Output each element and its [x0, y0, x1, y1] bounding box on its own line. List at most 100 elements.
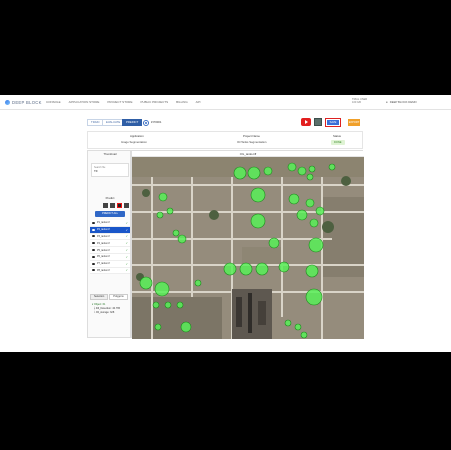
- check-icon: ✓: [125, 268, 128, 273]
- nav-link-billing[interactable]: BILLING: [176, 100, 188, 104]
- tank-detection[interactable]: [247, 166, 261, 180]
- eye-icon[interactable]: [92, 221, 95, 224]
- tank-detection[interactable]: [300, 331, 308, 339]
- tank-detection[interactable]: [177, 234, 187, 244]
- tank-detection[interactable]: [315, 206, 325, 216]
- nav-link-console[interactable]: CONSOLE: [46, 100, 61, 104]
- user-menu[interactable]: ● DEEP BLOCK DEMO: [386, 100, 417, 104]
- tab-evaluate[interactable]: EVALUATE: [102, 119, 125, 126]
- satellite-map[interactable]: [132, 157, 364, 339]
- eye-icon[interactable]: [92, 262, 95, 265]
- tree-item[interactable]: └ Oil_storage: 328: [92, 311, 120, 315]
- tank-detection[interactable]: [296, 209, 308, 221]
- search-file-field[interactable]: Search file TIF: [91, 163, 129, 177]
- tank-detection[interactable]: [306, 173, 314, 181]
- tank-detection[interactable]: [287, 162, 297, 172]
- plant-structure: [248, 293, 252, 333]
- header-status: Status: [333, 134, 341, 138]
- tank-detection[interactable]: [139, 276, 153, 290]
- map-viewer: OIL_tanks.tiff: [131, 150, 364, 339]
- tank-detection[interactable]: [309, 218, 319, 228]
- status-badge: DONE: [331, 140, 345, 145]
- file-list-item[interactable]: P8_tanks.tif ✓: [90, 267, 130, 275]
- file-list-item[interactable]: P3_tanks.tif ✓: [90, 233, 130, 241]
- upload-tool-icon[interactable]: [110, 203, 115, 208]
- plant-structure: [236, 297, 242, 327]
- file-list-item[interactable]: P6_tanks.tif ✓: [90, 253, 130, 261]
- file-list-item[interactable]: P2_tanks.tif ✓: [90, 226, 130, 234]
- check-icon: ✓: [125, 248, 128, 253]
- nav-link-public-projects[interactable]: PUBLIC PROJECTS: [140, 100, 168, 104]
- nav-link-project-store[interactable]: PROJECT STORE: [107, 100, 132, 104]
- file-list-item[interactable]: P4_tanks.tif ✓: [90, 240, 130, 248]
- eye-icon[interactable]: [92, 255, 95, 258]
- tank-detection[interactable]: [250, 213, 266, 229]
- eye-icon[interactable]: [92, 242, 95, 245]
- nav-link-application-store[interactable]: APPLICATION STORE: [69, 100, 100, 104]
- tab-predict[interactable]: PREDICT: [122, 119, 143, 126]
- youtube-icon[interactable]: [301, 118, 311, 126]
- project-id-text: # P0001: [151, 120, 162, 124]
- tank-detection[interactable]: [172, 229, 180, 237]
- export-button[interactable]: EXPORT: [348, 119, 360, 126]
- eye-icon[interactable]: [92, 235, 95, 238]
- eye-icon[interactable]: [92, 269, 95, 272]
- tank-detection[interactable]: [305, 264, 319, 278]
- tank-detection[interactable]: [308, 237, 324, 253]
- eye-icon[interactable]: [92, 228, 95, 231]
- tank-detection[interactable]: [284, 319, 292, 327]
- tank-detection[interactable]: [152, 301, 160, 309]
- logo-icon: [5, 100, 10, 105]
- file-list-item[interactable]: P5_tanks.tif ✓: [90, 247, 130, 254]
- tank-detection[interactable]: [268, 237, 280, 249]
- delete-tool-icon[interactable]: [124, 203, 129, 208]
- tank-detection[interactable]: [297, 166, 307, 176]
- tank-detection[interactable]: [263, 166, 273, 176]
- predict-all-button[interactable]: PREDICT ALL: [95, 211, 125, 217]
- check-icon: ✓: [125, 220, 128, 225]
- tank-detection[interactable]: [308, 165, 316, 173]
- object-tree: ▾ Object: 61 ├ Fill_Detection: 40.765 └ …: [92, 303, 120, 316]
- tank-detection[interactable]: [154, 323, 162, 331]
- tank-detection[interactable]: [305, 288, 323, 306]
- check-icon: ✓: [125, 241, 128, 246]
- tank-detection[interactable]: [164, 301, 172, 309]
- radio-icon: [143, 119, 149, 126]
- check-icon: ✓: [125, 254, 128, 259]
- tank-detection[interactable]: [233, 166, 247, 180]
- eye-icon[interactable]: [92, 249, 95, 252]
- tank-detection[interactable]: [294, 323, 302, 331]
- tank-detection[interactable]: [250, 187, 266, 203]
- tab-train[interactable]: TRAIN: [87, 119, 104, 126]
- tank-detection[interactable]: [166, 207, 174, 215]
- logo[interactable]: DEEP BLOCK: [5, 99, 42, 106]
- tank-detection[interactable]: [278, 261, 290, 273]
- image-icon[interactable]: [314, 118, 322, 126]
- nav-link-api[interactable]: API: [196, 100, 201, 104]
- file-list-item[interactable]: P7_tanks.tif ✓: [90, 260, 130, 268]
- map-block: [132, 297, 222, 339]
- pointer-tool-icon[interactable]: [103, 203, 108, 208]
- user-name: DEEP BLOCK DEMO: [389, 100, 417, 104]
- save-button[interactable]: SAVE: [325, 118, 341, 127]
- tab-selection[interactable]: Selection: [90, 294, 109, 300]
- tank-detection[interactable]: [239, 262, 253, 276]
- tank-detection[interactable]: [328, 163, 336, 171]
- check-icon: ✓: [125, 227, 128, 232]
- tank-detection[interactable]: [158, 192, 168, 202]
- tank-detection[interactable]: [305, 198, 315, 208]
- file-list-item[interactable]: P1_tanks.tif ✓: [90, 220, 130, 227]
- tree-patch: [209, 210, 219, 220]
- tab-polygons[interactable]: Polygons: [109, 294, 128, 300]
- tank-detection[interactable]: [194, 279, 202, 287]
- tank-detection[interactable]: [176, 301, 184, 309]
- nav-links: CONSOLE APPLICATION STORE PROJECT STORE …: [46, 100, 201, 104]
- tank-detection[interactable]: [288, 193, 300, 205]
- tank-detection[interactable]: [255, 262, 269, 276]
- tank-detection[interactable]: [154, 281, 170, 297]
- tank-detection[interactable]: [223, 262, 237, 276]
- tank-detection[interactable]: [180, 321, 192, 333]
- tank-detection[interactable]: [156, 211, 164, 219]
- polygon-tool-icon[interactable]: [117, 203, 122, 208]
- check-icon: ✓: [125, 234, 128, 239]
